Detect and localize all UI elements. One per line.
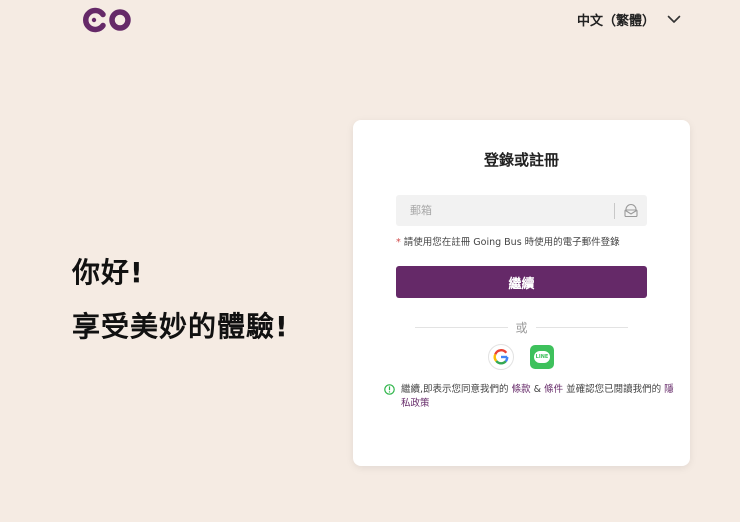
hero-line-1: 你好! xyxy=(72,256,144,289)
google-login-button[interactable] xyxy=(488,344,514,370)
or-divider-line-left xyxy=(415,327,508,328)
conditions-link[interactable]: 條件 xyxy=(544,384,563,395)
envelope-icon xyxy=(620,200,642,222)
continue-button[interactable]: 繼續 xyxy=(396,266,647,298)
required-marker: * xyxy=(396,237,401,248)
line-login-button[interactable]: LINE xyxy=(530,345,554,369)
go-logo[interactable] xyxy=(82,6,134,34)
login-card: 登錄或註冊 *請使用您在註冊 Going Bus 時使用的電子郵件登錄 繼續 或 xyxy=(353,120,690,466)
email-field-container xyxy=(396,195,647,226)
email-hint-text: 請使用您在註冊 Going Bus 時使用的電子郵件登錄 xyxy=(403,237,620,248)
line-icon: LINE xyxy=(534,351,550,363)
email-hint: * 請使用您在註冊 Going Bus 時使用的電子郵件登錄 xyxy=(396,234,620,248)
language-label: 中文（繁體） xyxy=(577,14,656,29)
info-icon xyxy=(384,384,395,395)
email-input[interactable] xyxy=(396,195,614,226)
terms-prefix: 繼續,即表示您同意我們的 xyxy=(401,384,509,395)
hero-greeting: 你好! 享受美妙的體驗! xyxy=(72,246,289,354)
email-field-divider xyxy=(614,202,615,219)
or-label: 或 xyxy=(515,321,528,335)
or-divider: 或 xyxy=(415,319,629,336)
social-login-row: LINE xyxy=(488,344,554,370)
card-title: 登錄或註冊 xyxy=(483,151,559,169)
chevron-down-icon xyxy=(667,15,681,23)
terms-middle: 並確認您已閱讀我們的 xyxy=(566,384,662,395)
terms-notice: 繼續,即表示您同意我們的 條款 & 條件 並確認您已閱讀我們的 隱私政策 xyxy=(384,383,674,411)
terms-amp: & xyxy=(533,384,542,395)
terms-text: 繼續,即表示您同意我們的 條款 & 條件 並確認您已閱讀我們的 隱私政策 xyxy=(401,383,674,411)
terms-link[interactable]: 條款 xyxy=(512,384,531,395)
google-icon xyxy=(493,349,509,365)
hero-line-2: 享受美妙的體驗! xyxy=(72,310,289,343)
language-selector[interactable]: 中文（繁體） xyxy=(577,10,681,29)
go-logo-mark xyxy=(83,7,131,33)
or-divider-line-right xyxy=(535,327,629,328)
